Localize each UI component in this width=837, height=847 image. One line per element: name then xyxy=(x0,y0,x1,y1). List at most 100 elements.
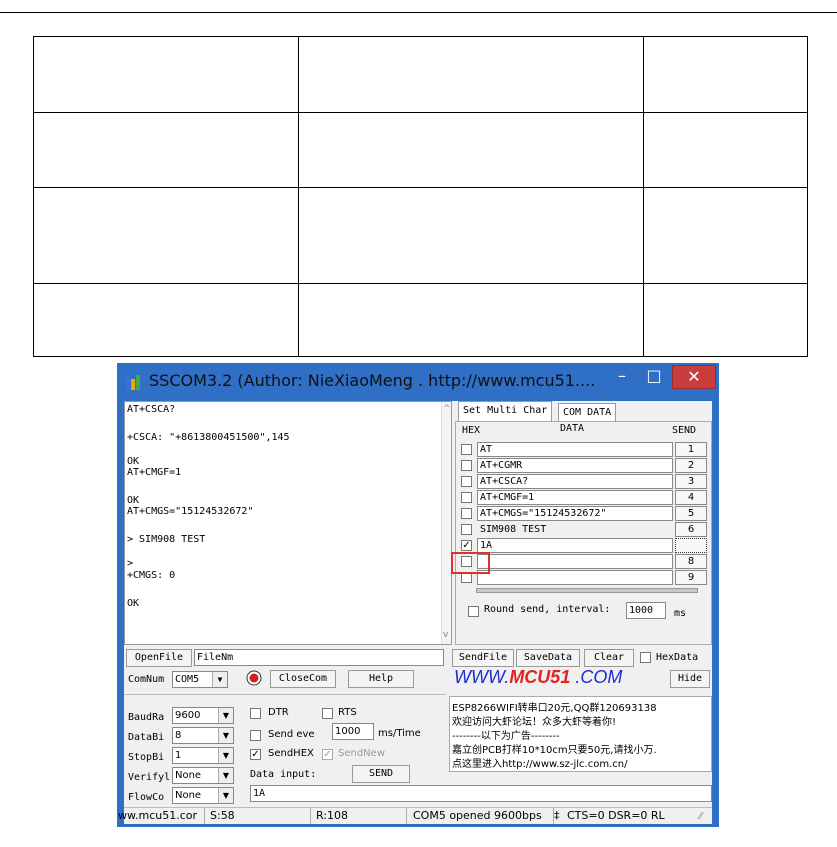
scroll-up-icon[interactable]: ^ xyxy=(443,404,451,414)
table-cell xyxy=(643,283,808,357)
port-status-icon[interactable] xyxy=(246,670,262,686)
send-button-4[interactable]: 4 xyxy=(675,490,707,505)
hex-checkbox[interactable] xyxy=(461,492,472,503)
ad-line: 点这里进入http://www.sz-jlc.com.cn/ xyxy=(452,759,628,770)
send-button-6[interactable]: 6 xyxy=(675,522,707,537)
send-button-7[interactable] xyxy=(675,538,707,553)
multi-row: AT+CMGF=1 4 xyxy=(461,490,711,506)
send-file-button[interactable]: SendFile xyxy=(452,649,514,667)
hex-checkbox-checked[interactable]: ✓ xyxy=(461,540,472,551)
help-button[interactable]: Help xyxy=(348,670,414,688)
hex-data-label: HexData xyxy=(656,652,699,663)
rts-checkbox[interactable] xyxy=(322,708,333,719)
send-every-checkbox[interactable] xyxy=(250,730,261,741)
data-field[interactable]: AT+CSCA? xyxy=(477,474,673,489)
hex-data-checkbox[interactable] xyxy=(640,652,651,663)
verify-select[interactable]: None ▼ xyxy=(172,767,234,784)
send-button-2[interactable]: 2 xyxy=(675,458,707,473)
receive-line: > SIM908 TEST xyxy=(127,534,206,545)
ad-line: ESP8266WIFI转串口20元,QQ群120693138 xyxy=(452,703,657,714)
dropdown-arrow-icon[interactable]: ▼ xyxy=(212,672,227,687)
table-cell xyxy=(33,36,299,113)
round-send-checkbox[interactable] xyxy=(468,606,479,617)
dropdown-arrow-icon[interactable]: ▼ xyxy=(218,768,233,783)
send-button-8[interactable]: 8 xyxy=(675,554,707,569)
title-bar[interactable]: SSCOM3.2 (Author: NieXiaoMeng . http://w… xyxy=(117,363,719,401)
ad-line: --------以下为广告-------- xyxy=(452,731,560,742)
data-field[interactable]: AT+CMGS="15124532672" xyxy=(477,506,673,521)
hex-checkbox[interactable] xyxy=(461,524,472,535)
ms-time-label: ms/Time xyxy=(378,728,421,739)
receive-area[interactable]: AT+CSCA? +CSCA: "+8613800451500",145 OK … xyxy=(124,401,452,645)
data-field[interactable] xyxy=(477,554,673,569)
advertisement-box[interactable]: ESP8266WIFI转串口20元,QQ群120693138 欢迎访问大虾论坛！… xyxy=(449,696,712,772)
close-com-button[interactable]: CloseCom xyxy=(270,670,336,688)
brand-prefix: WWW. xyxy=(454,667,510,687)
open-file-button[interactable]: OpenFile xyxy=(126,649,192,667)
rows-hscrollbar[interactable] xyxy=(476,588,698,593)
col-hex-header: HEX xyxy=(462,425,481,436)
hide-button[interactable]: Hide xyxy=(670,670,710,688)
databits-label: DataBi xyxy=(128,732,165,743)
receive-scrollbar[interactable]: ^ v xyxy=(441,402,451,644)
save-data-button[interactable]: SaveData xyxy=(516,649,580,667)
dropdown-arrow-icon[interactable]: ▼ xyxy=(218,748,233,763)
com-port-select[interactable]: COM5 ▼ xyxy=(172,671,228,688)
hex-checkbox[interactable] xyxy=(461,476,472,487)
resize-grip-icon[interactable]: ⁄⁄ xyxy=(699,811,702,822)
file-name-input[interactable]: FileNm xyxy=(194,649,444,666)
receive-line: OK xyxy=(127,495,140,506)
stopbits-select[interactable]: 1 ▼ xyxy=(172,747,234,764)
status-url[interactable]: ww.mcu51.cor xyxy=(118,808,205,824)
hex-checkbox[interactable] xyxy=(461,508,472,519)
table-cell xyxy=(298,283,644,357)
dtr-checkbox[interactable] xyxy=(250,708,261,719)
scroll-down-icon[interactable]: v xyxy=(443,630,448,640)
flow-select[interactable]: None ▼ xyxy=(172,787,234,804)
tab-com-data[interactable]: COM DATA xyxy=(558,403,617,421)
data-input-field[interactable]: 1A xyxy=(250,785,712,802)
dropdown-arrow-icon[interactable]: ▼ xyxy=(218,788,233,803)
hex-checkbox[interactable] xyxy=(461,444,472,455)
tab-set-multi-char[interactable]: Set Multi Char xyxy=(458,401,553,421)
com-port-value: COM5 xyxy=(175,674,200,685)
interval-input[interactable]: 1000 xyxy=(626,602,666,619)
data-field[interactable]: AT+CMGF=1 xyxy=(477,490,673,505)
interval-unit: ms xyxy=(674,608,687,619)
databits-select[interactable]: 8 ▼ xyxy=(172,727,234,744)
table-cell xyxy=(643,36,808,113)
data-field[interactable] xyxy=(477,570,673,585)
multi-row: ✓ 1A xyxy=(461,538,711,554)
mcu51-banner[interactable]: WWW.MCU51 .COM xyxy=(454,667,622,688)
send-button[interactable]: SEND xyxy=(352,765,410,783)
maximize-button[interactable]: □ xyxy=(639,365,669,389)
data-field[interactable]: SIM908 TEST xyxy=(477,522,673,537)
table-cell xyxy=(643,112,808,188)
send-button-1[interactable]: 1 xyxy=(675,442,707,457)
send-hex-label: SendHEX xyxy=(268,748,314,759)
app-icon xyxy=(126,375,140,390)
highlight-frame xyxy=(451,552,490,574)
data-field[interactable]: 1A xyxy=(477,538,673,553)
close-button[interactable]: ✕ xyxy=(672,365,716,389)
send-button-5[interactable]: 5 xyxy=(675,506,707,521)
baud-select[interactable]: 9600 ▼ xyxy=(172,707,234,724)
dropdown-arrow-icon[interactable]: ▼ xyxy=(218,728,233,743)
send-every-input[interactable]: 1000 xyxy=(332,723,374,740)
receive-line: +CSCA: "+8613800451500",145 xyxy=(127,432,290,443)
clear-button[interactable]: Clear xyxy=(584,649,634,667)
data-field[interactable]: AT+CGMR xyxy=(477,458,673,473)
dropdown-arrow-icon[interactable]: ▼ xyxy=(218,708,233,723)
ad-line: 欢迎访问大虾论坛！众多大虾等着你! xyxy=(452,717,617,728)
send-button-9[interactable]: 9 xyxy=(675,570,707,585)
data-field[interactable]: AT xyxy=(477,442,673,457)
send-new-checkbox[interactable]: ✓ xyxy=(322,749,333,760)
status-port-state: COM5 opened 9600bps xyxy=(413,808,554,824)
page-top-rule xyxy=(0,12,837,13)
table-cell xyxy=(298,187,644,284)
minimize-button[interactable]: – xyxy=(607,365,637,389)
hex-checkbox[interactable] xyxy=(461,460,472,471)
receive-line: AT+CSCA? xyxy=(127,404,176,415)
send-hex-checkbox[interactable]: ✓ xyxy=(250,749,261,760)
send-button-3[interactable]: 3 xyxy=(675,474,707,489)
